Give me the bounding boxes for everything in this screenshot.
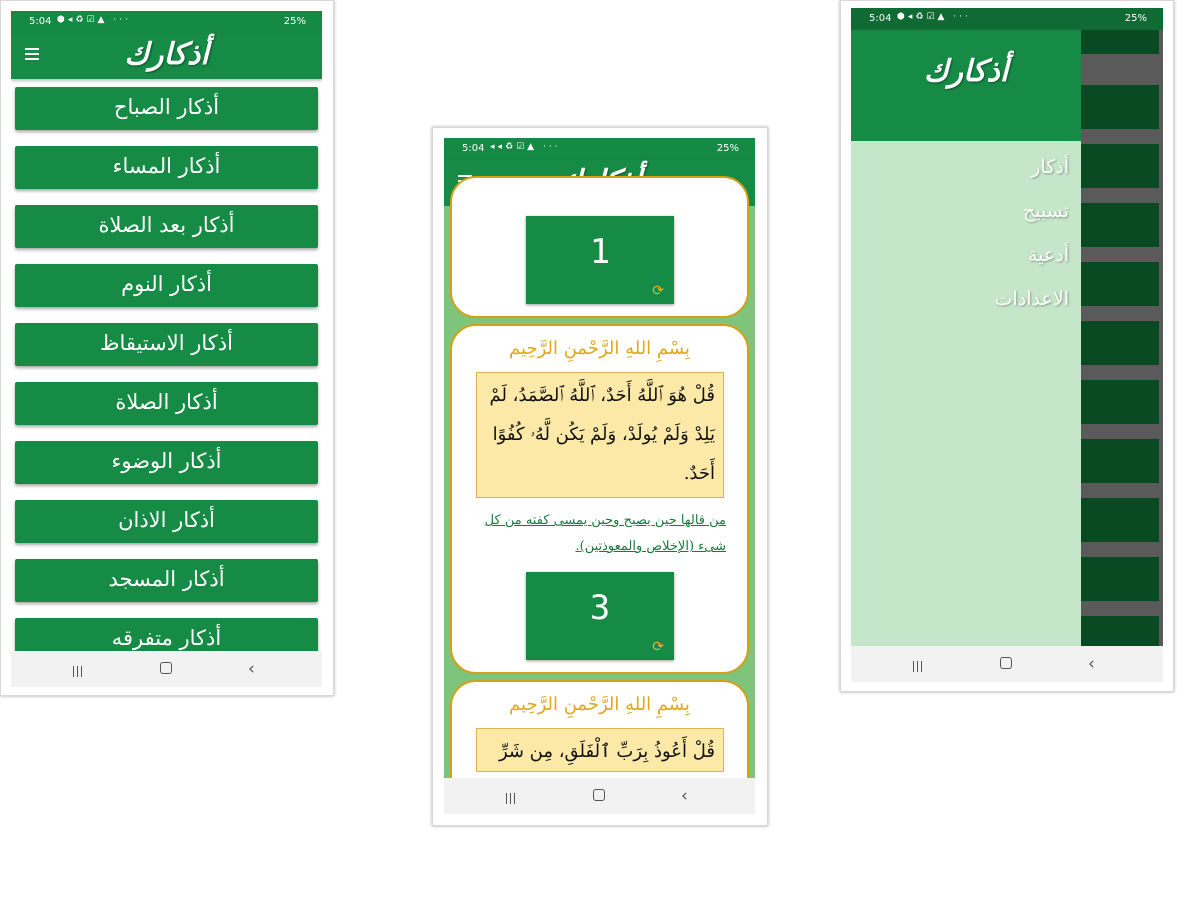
menu-item-waking[interactable]: أذكار الاستيقاظ (15, 323, 318, 366)
reset-icon[interactable]: ⟳ (652, 283, 664, 299)
dimmed-menu-item (1075, 380, 1159, 424)
home-icon[interactable] (1000, 657, 1012, 669)
android-nav-bar: ‹ (851, 646, 1163, 682)
menu-item-mosque[interactable]: أذكار المسجد (15, 559, 318, 602)
dimmed-menu-item (1075, 203, 1159, 247)
counter-value: 3 (589, 588, 611, 628)
dimmed-menu-item (1075, 439, 1159, 483)
app-bar: أذكارك (11, 33, 322, 79)
drawer-title: أذكارك (923, 54, 1009, 89)
notification-icons: ◂◂♻☑▲ ··· (490, 142, 561, 152)
recent-apps-icon[interactable] (913, 657, 925, 672)
battery-level: 25% (1124, 13, 1147, 24)
home-icon[interactable] (593, 789, 605, 801)
back-icon[interactable]: ‹ (1088, 654, 1095, 674)
basmala: بِسْمِ اللهِ الرَّحْمنِ الرَّحِيم (509, 694, 690, 715)
dimmed-menu-item (1075, 85, 1159, 129)
android-nav-bar: ‹ (444, 778, 755, 814)
zikr-list[interactable]: 1 ⟳ بِسْمِ اللهِ الرَّحْمنِ الرَّحِيم قُ… (444, 176, 755, 814)
dimmed-menu-item (1075, 557, 1159, 601)
phone-zikr-screen: 5:04 ◂◂♻☑▲ ··· 25% أذكارك 1 ⟳ بِسْمِ الل… (432, 127, 768, 826)
basmala: بِسْمِ اللهِ الرَّحْمنِ الرَّحِيم (509, 338, 690, 359)
menu-item-sleep[interactable]: أذكار النوم (15, 264, 318, 307)
menu-item-after-prayer[interactable]: أذكار بعد الصلاة (15, 205, 318, 248)
drawer-header: أذكارك (851, 30, 1081, 141)
status-time: 5:04 (29, 16, 52, 27)
status-bar: 5:04 ⬢◂♻☑▲ ··· 25% (11, 11, 322, 33)
drawer-item-adhkar[interactable]: أذكار (1031, 156, 1069, 178)
dimmed-menu-item (1075, 321, 1159, 365)
dimmed-menu-item (1075, 144, 1159, 188)
status-bar: 5:04 ◂◂♻☑▲ ··· 25% (444, 138, 755, 160)
notification-icons: ⬢◂♻☑▲ ··· (897, 12, 971, 22)
counter-button[interactable]: 1 ⟳ (526, 216, 674, 304)
status-bar: 5:04 ⬢◂♻☑▲ ··· 25% (851, 8, 1163, 30)
zikr-card-previous: 1 ⟳ (450, 176, 749, 318)
phone-menu-screen: 5:04 ⬢◂♻☑▲ ··· 25% أذكارك أذكار الصباح أ… (0, 0, 334, 696)
counter-value: 1 (589, 232, 611, 272)
drawer-item-settings[interactable]: الاعدادات (995, 288, 1069, 310)
drawer-item-duas[interactable]: أدعية (1028, 244, 1069, 266)
zikr-card: بِسْمِ اللهِ الرَّحْمنِ الرَّحِيم قُلْ ه… (450, 324, 749, 674)
dimmed-menu-item (1075, 262, 1159, 306)
status-time: 5:04 (869, 13, 892, 24)
phone-drawer-screen: 5:04 ⬢◂♻☑▲ ··· 25% أذكارك أذكار تسبيح أد… (840, 0, 1174, 692)
notification-icons: ⬢◂♻☑▲ ··· (57, 15, 131, 25)
back-icon[interactable]: ‹ (681, 786, 688, 806)
back-icon[interactable]: ‹ (248, 659, 255, 679)
drawer-item-tasbih[interactable]: تسبيح (1023, 200, 1069, 222)
battery-level: 25% (716, 143, 739, 154)
dimmed-menu-item (1075, 30, 1159, 54)
home-icon[interactable] (160, 662, 172, 674)
reset-icon[interactable]: ⟳ (652, 639, 664, 655)
navigation-drawer: أذكارك أذكار تسبيح أدعية الاعدادات (851, 30, 1081, 646)
app-title: أذكارك (124, 37, 209, 72)
counter-button[interactable]: 3 ⟳ (526, 572, 674, 660)
dimmed-menu-item (1075, 616, 1159, 646)
dimmed-menu-item (1075, 498, 1159, 542)
recent-apps-icon[interactable] (506, 789, 518, 804)
menu-screen: 5:04 ⬢◂♻☑▲ ··· 25% أذكارك أذكار الصباح أ… (11, 11, 322, 687)
zikr-screen: 5:04 ◂◂♻☑▲ ··· 25% أذكارك 1 ⟳ بِسْمِ الل… (444, 138, 755, 814)
menu-item-evening[interactable]: أذكار المساء (15, 146, 318, 189)
zikr-note: من قالها حين يصبح وحين يمسى كفته من كل ش… (484, 513, 726, 554)
status-time: 5:04 (462, 143, 485, 154)
battery-level: 25% (283, 16, 306, 27)
drawer-screen: 5:04 ⬢◂♻☑▲ ··· 25% أذكارك أذكار تسبيح أد… (851, 8, 1163, 682)
menu-item-adhan[interactable]: أذكار الاذان (15, 500, 318, 543)
menu-item-prayer[interactable]: أذكار الصلاة (15, 382, 318, 425)
recent-apps-icon[interactable] (73, 662, 85, 677)
zikr-verse: قُلْ أَعُوذُ بِرَبِّ ٱلْفَلَقِ، مِن شَرِ… (476, 728, 724, 772)
zikr-verse: قُلْ هُوَ ٱللَّهُ أَحَدٌ، ٱللَّهُ ٱلصَّم… (476, 372, 724, 498)
android-nav-bar: ‹ (11, 651, 322, 687)
menu-item-morning[interactable]: أذكار الصباح (15, 87, 318, 130)
menu-item-ablution[interactable]: أذكار الوضوء (15, 441, 318, 484)
